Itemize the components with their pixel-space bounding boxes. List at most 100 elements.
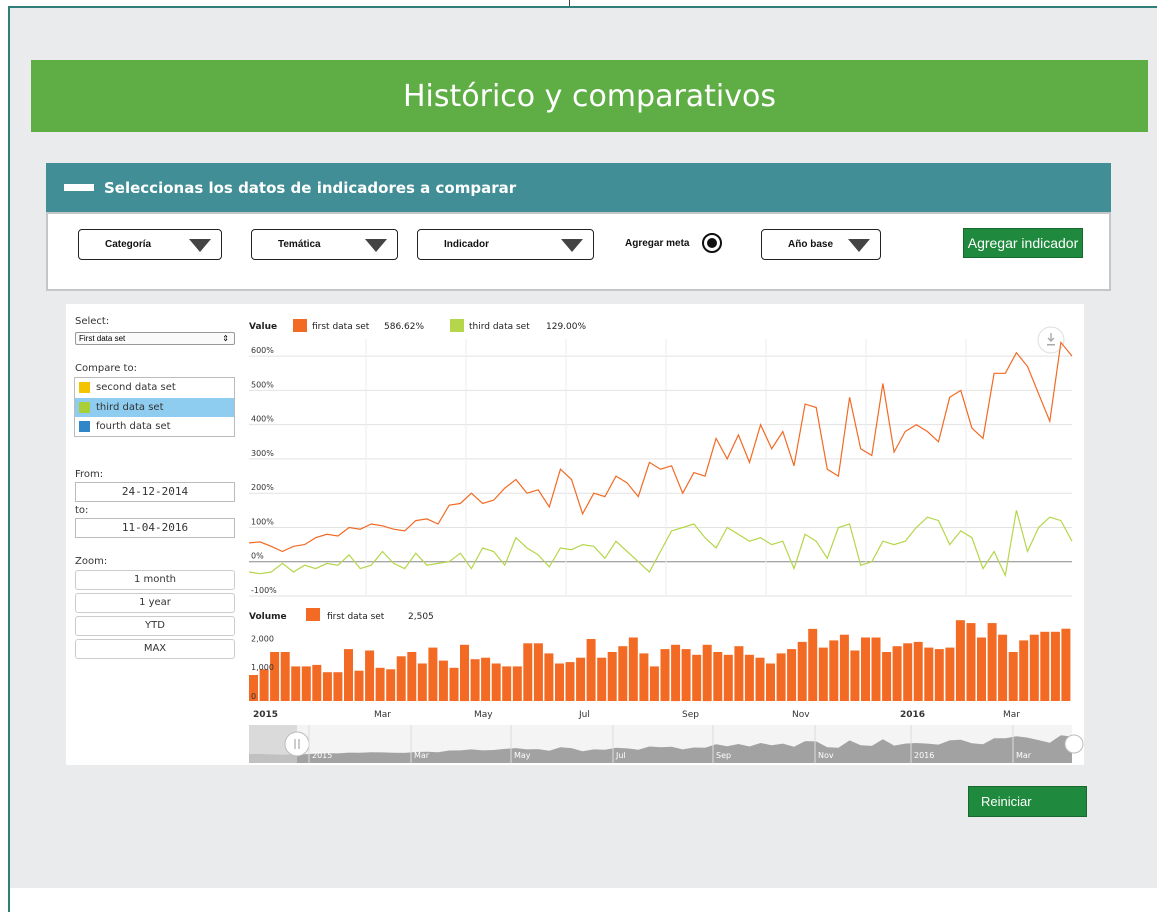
- x-tick-label: 2015: [253, 710, 278, 720]
- value-y-ticks: 600% 500% 400% 300% 200% 100% 0% -100%: [251, 346, 277, 595]
- volume-bar: [502, 666, 512, 701]
- x-tick-label: Mar: [374, 710, 391, 720]
- volume-bar: [512, 666, 522, 701]
- controls-panel: Categoría Temática Indicador Agregar met…: [46, 212, 1111, 291]
- legend-third-name: third data set: [469, 322, 530, 332]
- navigator-label: Mar: [1016, 751, 1032, 760]
- agregar-indicador-button[interactable]: Agregar indicador: [963, 228, 1083, 258]
- volume-bar: [660, 649, 670, 701]
- handle-circle: [284, 731, 310, 757]
- volume-bar: [449, 667, 459, 701]
- legend-third-swatch: [450, 319, 464, 332]
- volume-bar: [945, 647, 955, 701]
- value-y-tick: 100%: [251, 517, 274, 526]
- series-line-third-data-set: [248, 510, 1073, 578]
- legend-first-name: first data set: [312, 322, 370, 332]
- navigator-label: Sep: [716, 751, 731, 760]
- value-panel-title: Value: [249, 322, 277, 332]
- value-y-tick: 0%: [251, 552, 264, 561]
- volume-bar: [618, 646, 628, 701]
- chevron-down-icon: [365, 239, 387, 252]
- navigator-left-handle[interactable]: [284, 731, 310, 757]
- page-frame: Histórico y comparativos Seleccionas los…: [0, 0, 1157, 912]
- x-tick-label: Jul: [578, 710, 590, 720]
- volume-bar: [417, 663, 427, 701]
- navigator-right-handle[interactable]: [1064, 734, 1084, 754]
- value-y-tick: 300%: [251, 449, 274, 458]
- agregar-meta-radio[interactable]: [702, 233, 722, 253]
- volume-bar: [776, 653, 786, 701]
- volume-bar: [280, 652, 290, 701]
- anio-base-label: Año base: [788, 239, 834, 250]
- indicador-dropdown[interactable]: Indicador: [417, 229, 594, 260]
- reiniciar-button[interactable]: Reiniciar: [968, 786, 1087, 817]
- chevron-down-icon: [561, 239, 583, 252]
- volume-bar: [407, 652, 417, 701]
- volume-bar: [649, 666, 659, 701]
- value-y-tick: 200%: [251, 483, 274, 492]
- navigator-label: 2015: [312, 751, 332, 760]
- volume-bar: [365, 650, 375, 701]
- volume-bar: [396, 656, 406, 701]
- categoria-dropdown[interactable]: Categoría: [78, 229, 222, 260]
- volume-bar: [259, 669, 269, 701]
- page-title-bar: Histórico y comparativos: [31, 60, 1148, 132]
- volume-bar: [892, 646, 902, 701]
- x-tick-label: Sep: [682, 710, 699, 720]
- range-navigator[interactable]: 2015 Mar May Jul Sep Nov 2016 Mar: [249, 725, 1084, 763]
- volume-bars: [249, 620, 1071, 702]
- volume-bar: [333, 672, 343, 701]
- volume-bar: [270, 652, 280, 701]
- volume-bar: [481, 657, 491, 701]
- volume-bar: [702, 644, 712, 702]
- volume-bar: [934, 649, 944, 701]
- volume-bar: [808, 628, 818, 701]
- x-axis-ticks: 2015 Mar May Jul Sep Nov 2016 Mar: [253, 710, 1020, 720]
- volume-bar: [797, 641, 807, 701]
- volume-bar: [1029, 634, 1039, 701]
- volume-bar: [523, 643, 533, 701]
- volume-bar: [755, 657, 765, 701]
- volume-bar: [344, 649, 353, 701]
- volume-bar: [671, 644, 681, 702]
- volume-bar: [460, 644, 469, 702]
- stock-chart: Value first data set 586.62% third data …: [248, 319, 1084, 763]
- volume-bar: [744, 654, 754, 701]
- volume-bar: [829, 640, 839, 701]
- volume-bar: [713, 652, 723, 701]
- volume-bar: [839, 634, 849, 701]
- volume-bar: [955, 620, 965, 701]
- volume-bar: [386, 669, 396, 701]
- legend-volume-swatch: [306, 608, 320, 621]
- section-header-text: Seleccionas los datos de indicadores a c…: [104, 178, 517, 197]
- value-y-tick: 600%: [251, 346, 274, 355]
- categoria-label: Categoría: [105, 239, 152, 250]
- x-tick-label: 2016: [900, 710, 925, 720]
- series-line-first-data-set: [248, 340, 1073, 553]
- volume-bar: [375, 667, 385, 701]
- navigator-label: Jul: [615, 751, 626, 760]
- volume-bar: [681, 649, 691, 701]
- volume-bar: [734, 646, 744, 701]
- volume-y-tick: 1,000: [251, 663, 274, 672]
- value-grid: [249, 339, 1072, 597]
- section-header: Seleccionas los datos de indicadores a c…: [46, 163, 1111, 212]
- volume-y-tick: 0: [251, 692, 256, 701]
- volume-bar: [1008, 652, 1018, 701]
- page-title: Histórico y comparativos: [402, 78, 777, 114]
- volume-bar: [438, 660, 448, 701]
- value-y-tick: -100%: [251, 586, 277, 595]
- volume-panel-title: Volume: [249, 612, 287, 622]
- navigator-label: May: [514, 751, 531, 760]
- volume-bar: [586, 639, 596, 701]
- volume-bar: [913, 641, 923, 701]
- volume-bar: [354, 670, 364, 701]
- volume-bar: [787, 649, 797, 701]
- volume-bar: [850, 650, 860, 701]
- volume-bar: [818, 647, 828, 701]
- x-tick-label: May: [474, 710, 493, 720]
- volume-bar: [882, 652, 892, 701]
- anio-base-dropdown[interactable]: Año base: [761, 229, 881, 260]
- tematica-dropdown[interactable]: Temática: [251, 229, 398, 260]
- value-y-tick: 400%: [251, 415, 274, 424]
